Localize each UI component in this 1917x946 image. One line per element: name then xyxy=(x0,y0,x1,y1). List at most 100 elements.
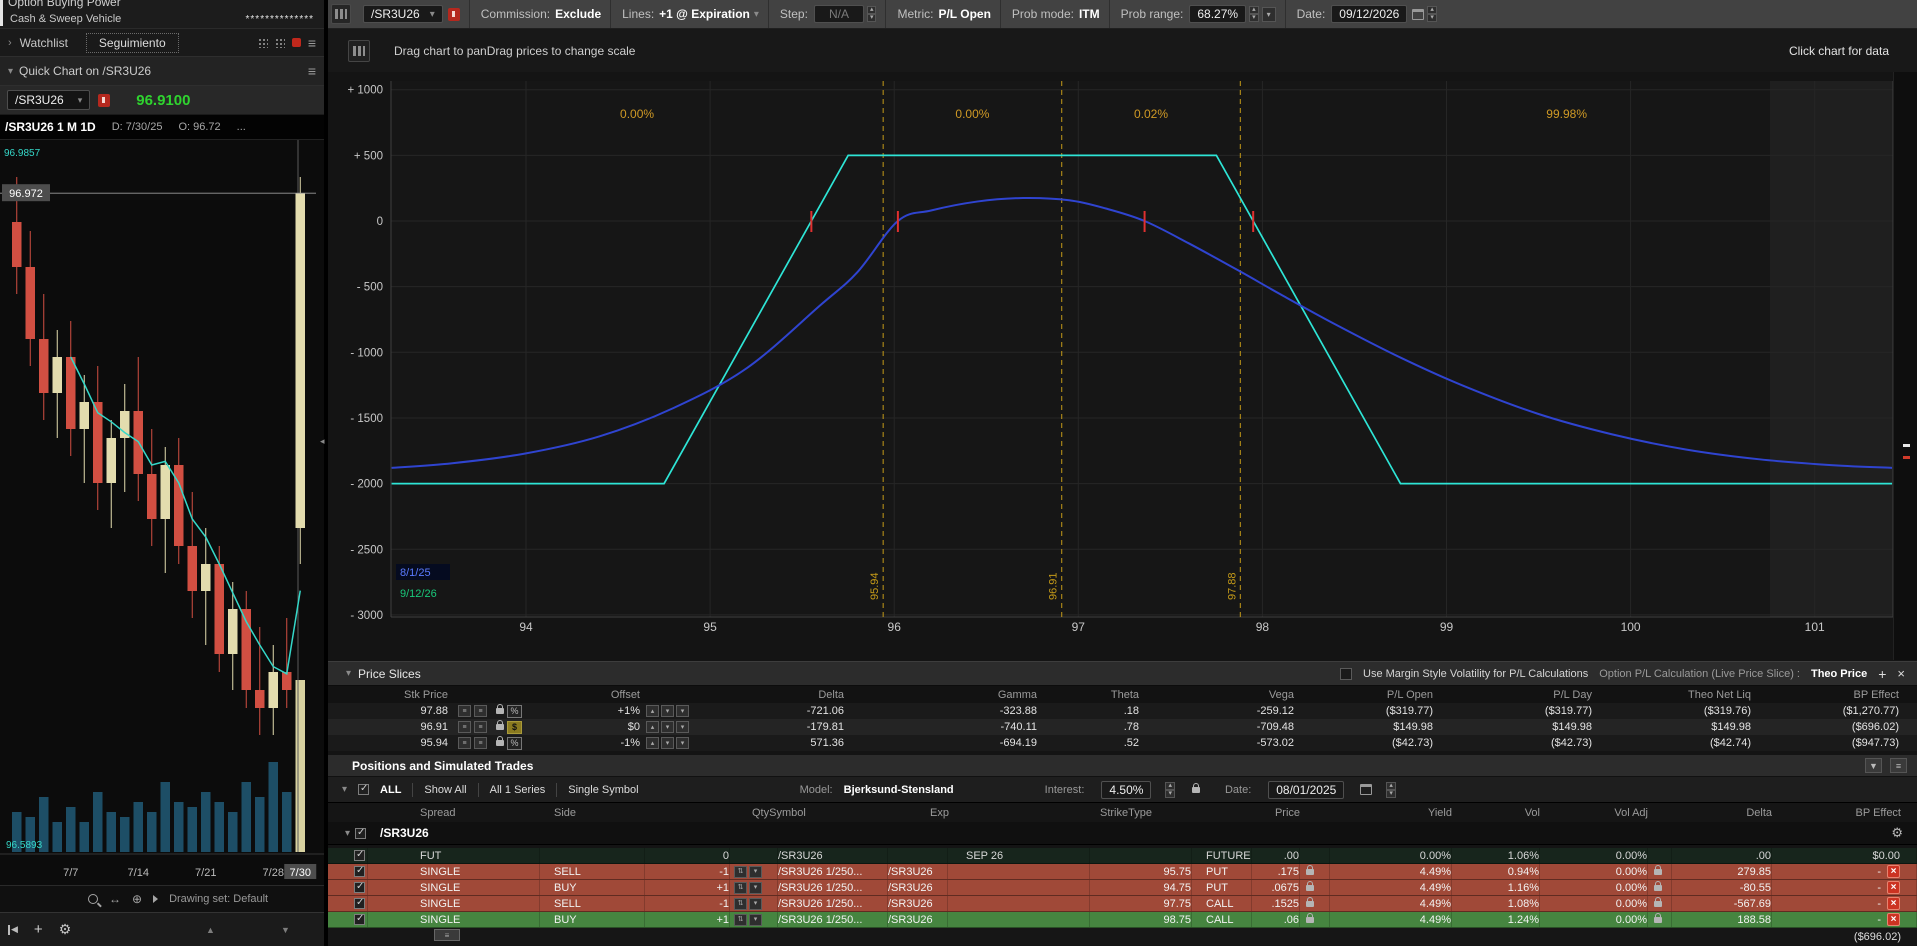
lock-icon[interactable] xyxy=(1192,787,1200,793)
prob-range-value[interactable]: 68.27% xyxy=(1189,5,1246,23)
row-checkbox[interactable] xyxy=(354,850,365,861)
gear-icon[interactable]: ⚙ xyxy=(59,921,72,938)
interest-stepper[interactable]: ▴▾ xyxy=(1165,782,1175,798)
price-value[interactable]: .1525 xyxy=(1252,896,1300,911)
strike-value[interactable]: 95.75 xyxy=(1090,864,1192,879)
price-slice-row[interactable]: 96.91 ≡ ≡ $ $0 ▴ ▾ ▾ -179.81 -740.11 .78… xyxy=(328,719,1917,735)
remove-trade-icon[interactable]: × xyxy=(1887,897,1900,910)
position-group-row[interactable]: ▾ /SR3U26 ⚙ xyxy=(328,822,1917,845)
quick-chart-canvas[interactable]: 96.985796.97296.58937/77/147/217/287/30 xyxy=(0,140,324,885)
prob-range-stepper[interactable]: ▴▾ xyxy=(1249,6,1259,22)
symbol-value[interactable]: /SR3U26 1/250... xyxy=(778,880,888,895)
position-row[interactable]: SINGLE SELL -1 ⇅ ▾ /SR3U26 1/250... /SR3… xyxy=(328,896,1917,912)
offset-value[interactable]: +1% xyxy=(560,705,640,717)
dropdown-icon[interactable]: ▾ xyxy=(749,882,762,894)
lock-icon[interactable] xyxy=(1654,917,1662,923)
qty-stepper[interactable]: ⇅ xyxy=(734,898,747,910)
slice-menu-icon[interactable]: ≡ xyxy=(474,721,487,733)
prob-mode-value[interactable]: ITM xyxy=(1079,7,1100,21)
tab-watchlist[interactable]: Watchlist xyxy=(20,36,68,50)
remove-trade-icon[interactable]: × xyxy=(1887,913,1900,926)
offset-value[interactable]: $0 xyxy=(560,721,640,733)
stk-price[interactable]: 96.91 xyxy=(348,721,448,733)
dropdown-icon[interactable]: ▾ xyxy=(749,866,762,878)
side-value[interactable]: SELL xyxy=(540,864,645,879)
strike-value[interactable]: 94.75 xyxy=(1090,880,1192,895)
chevron-down-icon[interactable]: ▾ xyxy=(342,784,347,795)
qty-value[interactable]: +1 xyxy=(645,880,730,895)
row-checkbox[interactable] xyxy=(354,914,365,925)
alert-icon[interactable] xyxy=(98,94,110,107)
chevron-down-icon[interactable]: ▾ xyxy=(754,9,759,20)
offset-dropdown-icon[interactable]: ▾ xyxy=(676,705,689,717)
qty-value[interactable]: 0 xyxy=(645,848,730,863)
offset-up-icon[interactable]: ▴ xyxy=(646,721,659,733)
tab-seguimiento[interactable]: Seguimiento xyxy=(86,33,179,53)
offset-mode-badge[interactable]: % xyxy=(507,737,522,750)
chevron-down-icon[interactable]: ▾ xyxy=(345,828,350,839)
skip-start-icon[interactable]: ◀ xyxy=(8,924,18,935)
lock-icon[interactable] xyxy=(1654,869,1662,875)
qty-value[interactable]: -1 xyxy=(645,864,730,879)
all-label[interactable]: ALL xyxy=(380,784,401,796)
remove-trade-icon[interactable]: × xyxy=(1887,881,1900,894)
price-value[interactable]: .0675 xyxy=(1252,880,1300,895)
date-value[interactable]: 08/01/2025 xyxy=(1268,781,1344,799)
qty-stepper[interactable]: ⇅ xyxy=(734,882,747,894)
lock-icon[interactable] xyxy=(496,740,504,746)
scroll-indicator[interactable] xyxy=(0,0,3,26)
calendar-icon[interactable] xyxy=(1360,784,1372,795)
lines-value[interactable]: +1 @ Expiration xyxy=(659,7,750,21)
price-value[interactable]: .175 xyxy=(1252,864,1300,879)
risk-profile-chart[interactable]: + 1000+ 5000- 500- 1000- 1500- 2000- 250… xyxy=(328,72,1917,660)
prob-range-dropdown[interactable]: ▾ xyxy=(1262,7,1276,22)
chart-scrollbar-gutter[interactable] xyxy=(1893,72,1917,660)
date-value[interactable]: 09/12/2026 xyxy=(1331,5,1407,23)
metric-value[interactable]: P/L Open xyxy=(938,7,990,21)
scroll-up-icon[interactable]: ▲ xyxy=(206,925,215,935)
offset-down-icon[interactable]: ▾ xyxy=(661,705,674,717)
price-value[interactable]: .00 xyxy=(1252,848,1300,863)
model-value[interactable]: Bjerksund-Stensland xyxy=(844,784,954,796)
ellipsis-icon[interactable]: ... xyxy=(237,121,246,133)
group-symbol[interactable]: /SR3U26 xyxy=(368,826,540,840)
offset-down-icon[interactable]: ▾ xyxy=(661,721,674,733)
chevron-down-icon[interactable]: ▾ xyxy=(8,66,13,77)
collapse-section-icon[interactable]: ▼ xyxy=(1865,758,1882,773)
pan-arrows-icon[interactable]: ↔ xyxy=(109,892,121,906)
remove-trade-icon[interactable]: × xyxy=(1887,865,1900,878)
collapse-panel-icon[interactable]: ◂ xyxy=(320,436,325,447)
offset-down-icon[interactable]: ▾ xyxy=(661,737,674,749)
lock-icon[interactable] xyxy=(496,724,504,730)
group-checkbox[interactable] xyxy=(355,828,366,839)
zoom-icon[interactable] xyxy=(88,894,98,904)
symbol-select[interactable]: /SR3U26 ▾ xyxy=(363,5,443,23)
position-row[interactable]: SINGLE BUY +1 ⇅ ▾ /SR3U26 1/250... /SR3U… xyxy=(328,880,1917,896)
show-all-dropdown[interactable]: Show All xyxy=(424,784,466,796)
scroll-down-icon[interactable]: ▼ xyxy=(281,925,290,935)
vol-adj-value[interactable]: 0.00% xyxy=(1540,896,1648,911)
vol-adj-value[interactable]: 0.00% xyxy=(1540,912,1648,927)
price-value[interactable]: .06 xyxy=(1252,912,1300,927)
side-value[interactable]: SELL xyxy=(540,896,645,911)
symbol-value[interactable]: /SR3U26 1/250... xyxy=(778,896,888,911)
vol-adj-value[interactable]: 0.00% xyxy=(1540,880,1648,895)
side-value[interactable]: BUY xyxy=(540,880,645,895)
lock-icon[interactable] xyxy=(1306,917,1314,923)
position-row[interactable]: FUT 0 /SR3U26 SEP 26 FUTURE .00 0.00% 1.… xyxy=(328,848,1917,864)
symbol-value[interactable]: /SR3U26 1/250... xyxy=(778,912,888,927)
record-dot-icon[interactable] xyxy=(292,38,301,47)
drawing-set-selector[interactable]: Drawing set: Default xyxy=(169,893,268,905)
symbol-select[interactable]: /SR3U26 ▾ xyxy=(7,90,90,110)
offset-mode-badge[interactable]: $ xyxy=(507,721,522,734)
row-checkbox[interactable] xyxy=(354,882,365,893)
pl-calc-value[interactable]: Theo Price xyxy=(1811,668,1867,680)
lock-icon[interactable] xyxy=(1654,885,1662,891)
margin-volatility-checkbox[interactable] xyxy=(1340,668,1352,680)
date-stepper[interactable]: ▴▾ xyxy=(1427,6,1437,22)
single-symbol-dropdown[interactable]: Single Symbol xyxy=(568,784,638,796)
date-stepper[interactable]: ▴▾ xyxy=(1386,782,1396,798)
row-checkbox[interactable] xyxy=(354,866,365,877)
lock-icon[interactable] xyxy=(1654,901,1662,907)
crosshair-icon[interactable]: ⊕ xyxy=(132,892,142,906)
